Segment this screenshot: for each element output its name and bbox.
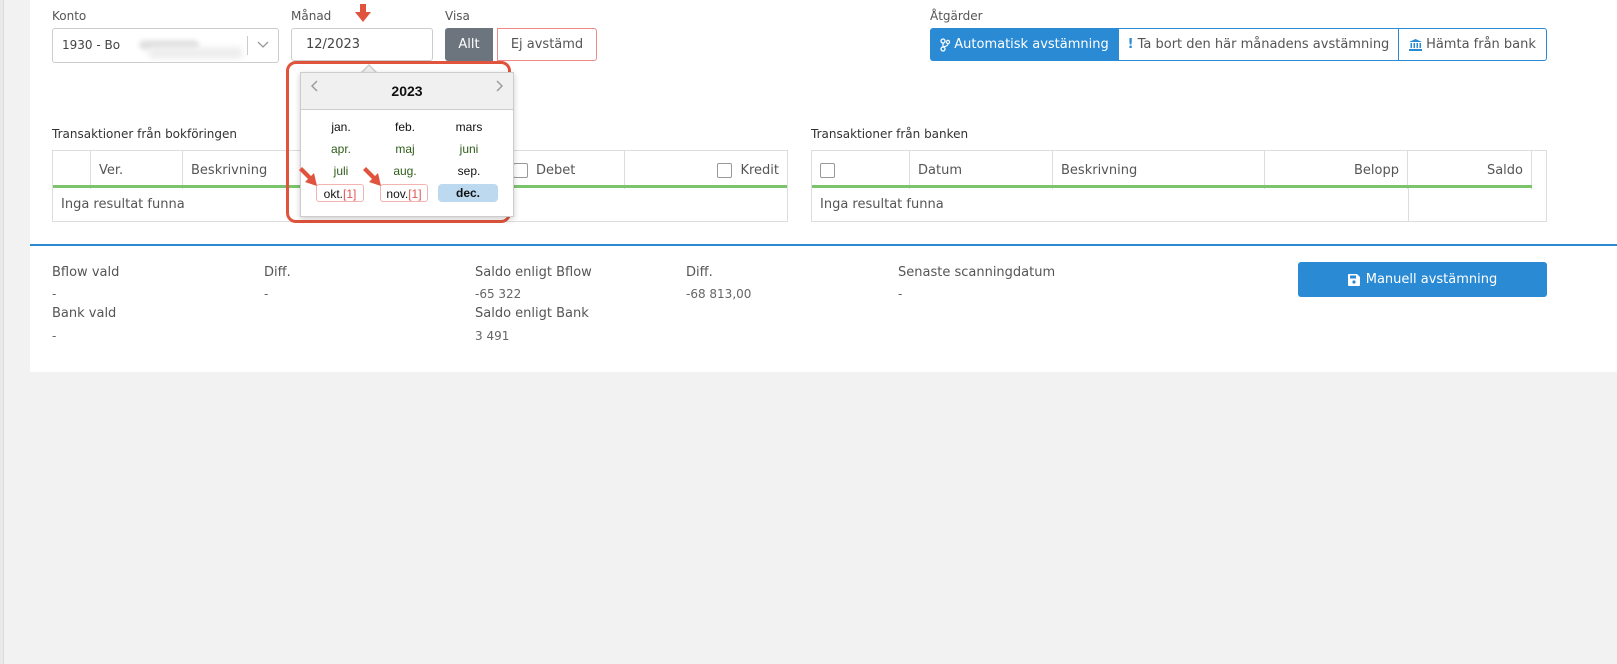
month-nov-label: nov. — [386, 187, 409, 201]
reconciliation-panel: Konto 1930 - Bo Månad 12/2023 Visa Allt … — [30, 0, 1617, 372]
exclamation-icon: ! — [1127, 37, 1134, 52]
balance-bflow-label: Saldo enligt Bflow — [475, 265, 592, 280]
bank-col-select[interactable] — [812, 151, 910, 189]
month-oct-badge: [1] — [343, 187, 357, 201]
bank-col-date[interactable]: Datum — [910, 151, 1053, 189]
bank-col-balance[interactable]: Saldo — [1408, 151, 1532, 189]
chevron-down-icon[interactable] — [255, 34, 271, 58]
bank-select-all-checkbox[interactable] — [820, 162, 835, 178]
bank-selected-value: - — [52, 329, 57, 343]
show-all-button[interactable]: Allt — [445, 28, 493, 61]
bflow-selected-label: Bflow vald — [52, 265, 120, 280]
auto-reconcile-button[interactable]: Automatisk avstämning — [930, 28, 1119, 61]
month-picker-popup: 2023 jan. feb. mars apr. maj juni juli a… — [300, 72, 514, 217]
annotation-arrow-nov — [361, 166, 383, 192]
balance-bank-value: 3 491 — [475, 329, 510, 343]
show-unreconciled-button[interactable]: Ej avstämd — [497, 28, 597, 61]
bank-icon — [1409, 38, 1423, 51]
fetch-bank-button[interactable]: Hämta från bank — [1398, 28, 1547, 61]
month-dec[interactable]: dec. — [438, 184, 498, 202]
diff1-value: - — [264, 287, 269, 301]
month-aug[interactable]: aug. — [375, 162, 435, 180]
bank-col-amount[interactable]: Belopp — [1265, 151, 1408, 189]
balance-bank-label: Saldo enligt Bank — [475, 306, 589, 321]
last-scan-value: - — [898, 287, 903, 301]
month-value: 12/2023 — [306, 37, 361, 52]
month-jan[interactable]: jan. — [311, 118, 371, 136]
save-icon — [1347, 273, 1360, 286]
month-may[interactable]: maj — [375, 140, 435, 158]
auto-reconcile-label: Automatisk avstämning — [954, 37, 1109, 52]
diff1-label: Diff. — [264, 265, 291, 280]
kredit-label: Kredit — [740, 162, 779, 178]
bank-row-divider — [1408, 188, 1409, 222]
annotation-arrow-okt — [297, 166, 319, 192]
manual-reconcile-label: Manuell avstämning — [1365, 272, 1498, 287]
books-col-ver[interactable]: Ver. — [91, 151, 183, 189]
books-col-kredit[interactable]: Kredit — [625, 151, 787, 189]
month-feb[interactable]: feb. — [375, 118, 435, 136]
bank-selected-label: Bank vald — [52, 306, 117, 321]
books-table-title: Transaktioner från bokföringen — [52, 127, 238, 141]
section-divider — [30, 244, 1617, 246]
fetch-bank-label: Hämta från bank — [1426, 37, 1536, 52]
show-label: Visa — [445, 9, 470, 23]
books-col-debet[interactable]: Debet — [505, 151, 625, 189]
bank-header-underline — [812, 185, 1408, 188]
month-nov[interactable]: nov.[1] — [380, 184, 428, 202]
month-apr[interactable]: apr. — [311, 140, 371, 158]
remove-month-button[interactable]: ! Ta bort den här månadens avstämning — [1118, 28, 1399, 61]
month-nov-badge: [1] — [408, 187, 422, 201]
annotation-arrow-month — [354, 3, 372, 27]
account-label: Konto — [52, 9, 87, 23]
bflow-selected-value: - — [52, 287, 57, 301]
month-oct-label: okt. — [323, 187, 343, 201]
month-input[interactable]: 12/2023 — [291, 28, 433, 61]
debet-checkbox[interactable] — [513, 162, 528, 178]
account-blurred-text-2 — [148, 47, 243, 59]
month-mar[interactable]: mars — [439, 118, 499, 136]
manual-reconcile-button[interactable]: Manuell avstämning — [1298, 262, 1547, 297]
books-header-empty — [53, 151, 91, 189]
bank-table-title: Transaktioner från banken — [811, 127, 969, 141]
left-sidebar-edge — [0, 0, 4, 664]
bank-header-underline-2 — [1408, 185, 1532, 188]
bank-table: Datum Beskrivning Belopp Saldo Inga resu… — [811, 150, 1547, 222]
account-value: 1930 - Bo — [62, 38, 121, 52]
month-oct[interactable]: okt.[1] — [316, 184, 364, 202]
balance-bflow-value: -65 322 — [475, 287, 522, 301]
last-scan-label: Senaste scanningdatum — [898, 265, 1056, 280]
bank-col-description[interactable]: Beskrivning — [1053, 151, 1265, 189]
month-sep[interactable]: sep. — [439, 162, 499, 180]
books-empty-message: Inga resultat funna — [61, 197, 185, 212]
branch-icon — [940, 37, 951, 52]
account-select[interactable]: 1930 - Bo — [52, 28, 279, 63]
bank-empty-message: Inga resultat funna — [820, 197, 944, 212]
actions-label: Åtgärder — [930, 9, 983, 23]
select-divider — [247, 36, 248, 55]
kredit-checkbox[interactable] — [717, 162, 733, 178]
diff2-value: -68 813,00 — [686, 287, 752, 301]
diff2-label: Diff. — [686, 265, 713, 280]
month-label: Månad — [291, 9, 332, 23]
picker-year: 2023 — [391, 83, 423, 99]
month-jun[interactable]: juni — [439, 140, 499, 158]
remove-month-label: Ta bort den här månadens avstämning — [1137, 37, 1390, 52]
debet-label: Debet — [536, 162, 576, 178]
